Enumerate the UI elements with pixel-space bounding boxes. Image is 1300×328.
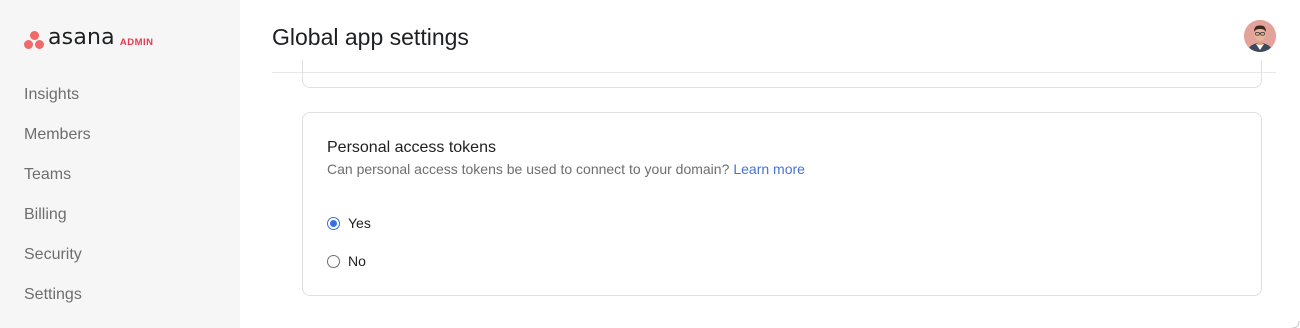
radio-no[interactable] (327, 254, 340, 268)
option-yes[interactable]: Yes (327, 214, 371, 232)
sidebar-item-insights[interactable]: Insights (24, 85, 79, 105)
admin-tag: ADMIN (119, 36, 154, 48)
personal-access-tokens-card: Personal access tokens Can personal acce… (302, 112, 1262, 296)
user-avatar-icon[interactable] (1244, 20, 1276, 52)
card-description-text: Can personal access tokens be used to co… (327, 161, 730, 177)
sidebar-item-security[interactable]: Security (24, 245, 82, 265)
sidebar: asana ADMIN Insights Members Teams Billi… (0, 0, 240, 328)
option-yes-label: Yes (348, 215, 371, 231)
option-no[interactable]: No (327, 252, 366, 270)
card-description: Can personal access tokens be used to co… (327, 160, 805, 178)
sidebar-item-billing[interactable]: Billing (24, 205, 67, 225)
page-title: Global app settings (272, 24, 469, 50)
window-resize-grip-icon[interactable] (1288, 316, 1300, 328)
asana-logo-icon (24, 30, 44, 50)
radio-yes[interactable] (327, 216, 340, 230)
previous-settings-card (302, 60, 1262, 88)
learn-more-link[interactable]: Learn more (733, 161, 805, 177)
sidebar-item-settings[interactable]: Settings (24, 285, 82, 305)
asana-admin-logo[interactable]: asana ADMIN (24, 25, 154, 51)
card-title: Personal access tokens (327, 139, 496, 156)
option-no-label: No (348, 253, 366, 269)
sidebar-item-members[interactable]: Members (24, 125, 91, 145)
sidebar-item-teams[interactable]: Teams (24, 165, 71, 185)
logo-wordmark: asana (48, 25, 115, 50)
